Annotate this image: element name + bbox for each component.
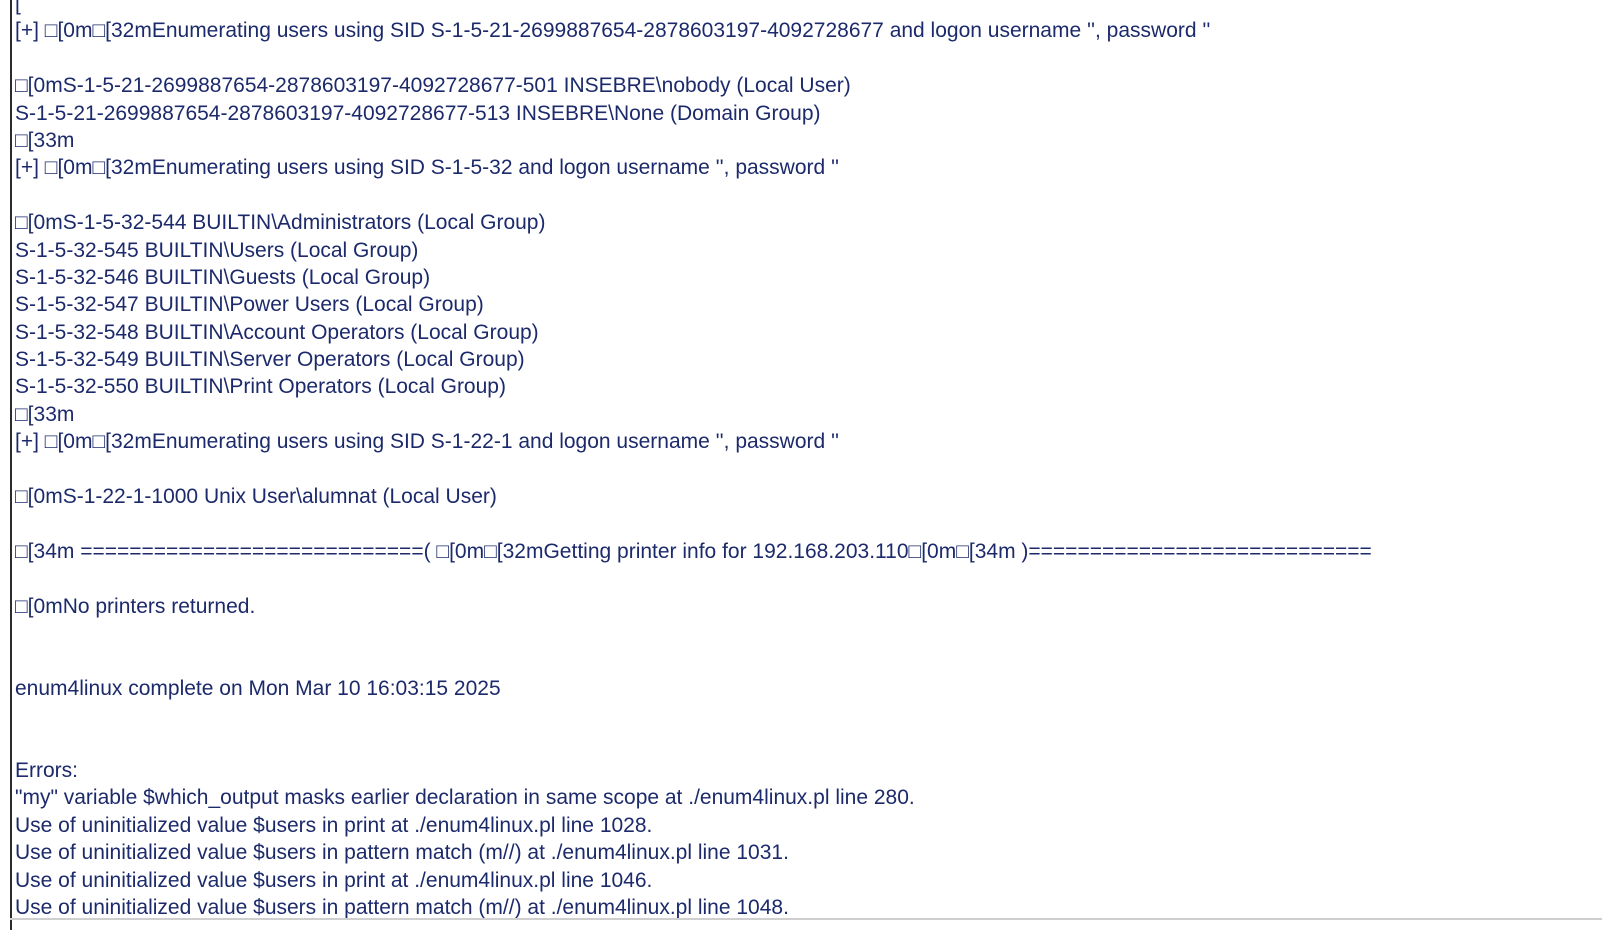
output-line: Errors: [15,758,78,782]
output-line: enum4linux complete on Mon Mar 10 16:03:… [15,676,501,700]
output-line: Use of uninitialized value $users in pri… [15,868,653,892]
text-output-viewer: [ [+] □[0m□[32mEnumerating users using SI… [0,0,1602,930]
output-line: □[0mS-1-22-1-1000 Unix User\alumnat (Loc… [15,485,497,509]
output-line: [+] □[0m□[32mEnumerating users using SID… [15,156,840,180]
output-line: Use of uninitialized value $users in pat… [15,841,789,865]
output-line: S-1-5-32-548 BUILTIN\Account Operators (… [15,320,539,344]
output-line: □[34m ============================( □[0m… [15,539,1372,563]
output-line: S-1-5-32-545 BUILTIN\Users (Local Group) [15,238,419,262]
output-line: □[0mS-1-5-32-544 BUILTIN\Administrators … [15,211,546,235]
output-line: □[33m [15,128,75,152]
output-line: □[33m [15,402,75,426]
output-line: S-1-5-32-549 BUILTIN\Server Operators (L… [15,348,525,372]
output-line: Use of uninitialized value $users in pri… [15,813,653,837]
output-line: S-1-5-21-2699887654-2878603197-409272867… [15,101,821,125]
output-line: □[0mNo printers returned. [15,594,256,618]
output-line: [ [15,0,21,15]
output-line: □[0mS-1-5-21-2699887654-2878603197-40927… [15,74,851,98]
output-line: [+] □[0m□[32mEnumerating users using SID… [15,19,1211,43]
bottom-border-rule [10,918,1602,920]
output-line: S-1-5-32-546 BUILTIN\Guests (Local Group… [15,265,431,289]
output-line: S-1-5-32-550 BUILTIN\Print Operators (Lo… [15,375,506,399]
left-border-rule [10,0,12,930]
output-line: "my" variable $which_output masks earlie… [15,786,915,810]
terminal-output-text[interactable]: [ [+] □[0m□[32mEnumerating users using SI… [15,0,1600,921]
output-line: S-1-5-32-547 BUILTIN\Power Users (Local … [15,293,484,317]
output-line: [+] □[0m□[32mEnumerating users using SID… [15,430,840,454]
